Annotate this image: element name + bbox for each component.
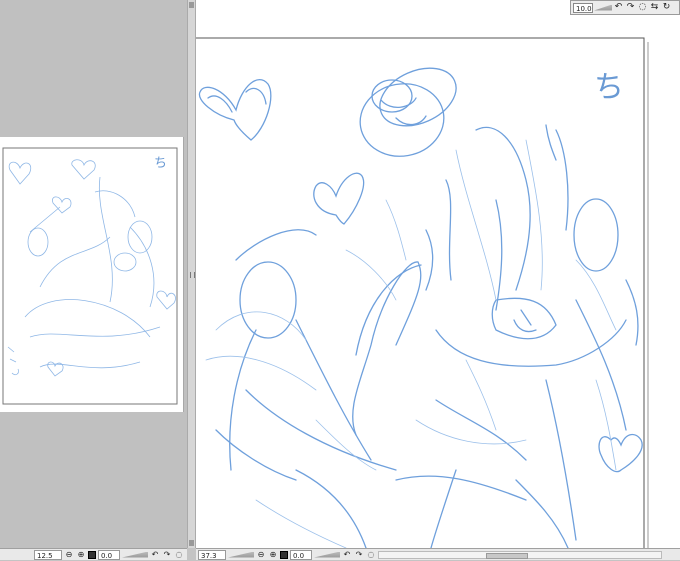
zoom-out-icon[interactable]: ⊖ <box>64 550 74 560</box>
preview-zoom-field[interactable]: 12.5 <box>34 549 62 560</box>
navigator-value-field[interactable]: 10.0 <box>573 2 593 13</box>
horizontal-scrollbar[interactable] <box>378 550 662 559</box>
preview-angle-field[interactable]: 0.0 <box>98 549 120 560</box>
flip-horizontal-icon[interactable]: ⇆ <box>649 2 660 13</box>
preview-angle-slider[interactable] <box>122 551 148 558</box>
fit-window-icon[interactable] <box>88 550 96 559</box>
rotate-left-icon[interactable]: ↶ <box>150 550 160 560</box>
splitter-down-arrow-icon[interactable] <box>189 540 194 546</box>
zoom-in-icon[interactable]: ⊕ <box>268 550 278 560</box>
scrollbar-thumb[interactable] <box>486 552 529 559</box>
refresh-icon[interactable]: ↻ <box>661 2 672 13</box>
zoom-out-icon[interactable]: ⊖ <box>256 550 266 560</box>
canvas-angle-field[interactable]: 0.0 <box>290 549 312 560</box>
canvas-thumbnail[interactable]: ち <box>0 137 184 412</box>
pane-splitter[interactable] <box>187 0 196 548</box>
thumbnail-canvas-mark: ち <box>154 156 167 171</box>
rotate-left-icon[interactable]: ↶ <box>613 2 624 13</box>
rotate-left-icon[interactable]: ↶ <box>342 550 352 560</box>
main-canvas-pane[interactable]: ち <box>196 0 680 548</box>
canvas-zoom-slider[interactable] <box>228 551 254 558</box>
navigator-toolbar: 10.0 ↶ ↷ ◌ ⇆ ↻ <box>570 0 680 15</box>
rotate-right-icon[interactable]: ↷ <box>354 550 364 560</box>
navigator-preview-pane[interactable]: ち <box>0 0 187 548</box>
rotate-reset-icon[interactable]: ◌ <box>366 550 376 560</box>
rotate-right-icon[interactable]: ↷ <box>162 550 172 560</box>
preview-statusbar: 12.5 ⊖ ⊕ 0.0 ↶ ↷ ◌ <box>0 548 187 560</box>
canvas-angle-slider[interactable] <box>314 551 340 558</box>
navigator-slider[interactable] <box>594 4 612 11</box>
rotate-reset-icon[interactable]: ◌ <box>637 2 648 13</box>
thumbnail-sketch: ち <box>2 147 178 405</box>
canvas-mark: ち <box>594 70 624 105</box>
splitter-grip-icon[interactable] <box>190 272 195 278</box>
canvas-zoom-field[interactable]: 37.3 <box>198 549 226 560</box>
splitter-up-arrow-icon[interactable] <box>189 2 194 8</box>
main-canvas-sketch: ち <box>196 0 680 548</box>
zoom-in-icon[interactable]: ⊕ <box>76 550 86 560</box>
rotate-right-icon[interactable]: ↷ <box>625 2 636 13</box>
fit-window-icon[interactable] <box>280 550 288 559</box>
rotate-reset-icon[interactable]: ◌ <box>174 550 184 560</box>
canvas-statusbar: 37.3 ⊖ ⊕ 0.0 ↶ ↷ ◌ <box>196 548 680 560</box>
